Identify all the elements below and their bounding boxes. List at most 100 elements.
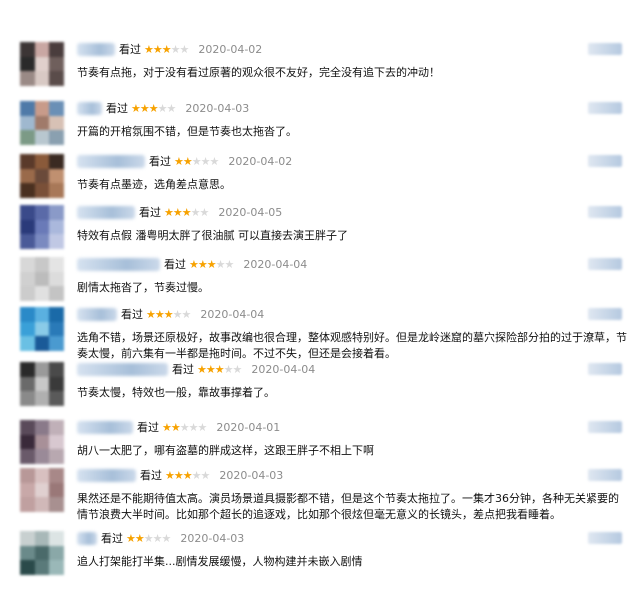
review-text: 节奏有点墨迹，选角差点意思。 — [77, 178, 231, 191]
star-icon: ★ — [161, 531, 172, 545]
star-icon: ★ — [161, 42, 172, 56]
username[interactable] — [77, 420, 133, 434]
avatar[interactable] — [20, 42, 64, 86]
watched-label: 看过 — [119, 43, 141, 56]
star-icon: ★ — [152, 531, 163, 545]
avatar[interactable] — [20, 468, 64, 512]
username[interactable] — [77, 42, 115, 56]
star-icon: ★ — [223, 362, 234, 376]
star-icon: ★ — [173, 468, 184, 482]
review-text: 开篇的开棺氛围不错，但是节奏也太拖沓了。 — [77, 125, 297, 138]
rating-stars: ★★★★★ — [126, 531, 172, 545]
username[interactable] — [77, 362, 168, 376]
review-meta: 看过 ★★★★★ 2020-04-03 — [77, 529, 244, 547]
review-date: 2020-04-04 — [251, 362, 316, 376]
review-date: 2020-04-01 — [216, 420, 281, 434]
vote-count[interactable] — [588, 421, 622, 433]
star-icon: ★ — [181, 205, 192, 219]
vote-count[interactable] — [588, 155, 622, 167]
avatar[interactable] — [20, 257, 64, 301]
star-icon: ★ — [170, 42, 181, 56]
star-icon: ★ — [179, 420, 190, 434]
review-date: 2020-04-03 — [185, 101, 250, 115]
review-text: 剧情太拖沓了，节奏过慢。 — [77, 281, 209, 294]
vote-count[interactable] — [588, 258, 622, 270]
avatar[interactable] — [20, 205, 64, 249]
star-icon: ★ — [143, 531, 154, 545]
review-date: 2020-04-05 — [218, 205, 283, 219]
star-icon: ★ — [215, 257, 226, 271]
review-meta: 看过 ★★★★★ 2020-04-04 — [77, 305, 264, 323]
username[interactable] — [77, 205, 135, 219]
review-date: 2020-04-03 — [180, 531, 245, 545]
star-icon: ★ — [181, 307, 192, 321]
vote-count[interactable] — [588, 102, 622, 114]
rating-stars: ★★★★★ — [165, 468, 210, 482]
rating-stars: ★★★★★ — [144, 42, 190, 56]
star-icon: ★ — [174, 154, 184, 168]
star-icon: ★ — [152, 42, 163, 56]
vote-count[interactable] — [588, 532, 622, 544]
rating-stars: ★★★★★ — [164, 205, 209, 219]
star-icon: ★ — [197, 420, 208, 434]
avatar[interactable] — [20, 101, 64, 145]
vote-count[interactable] — [588, 469, 622, 481]
watched-label: 看过 — [164, 258, 186, 271]
vote-count[interactable] — [588, 363, 622, 375]
review-text: 特效有点假 潘粤明太胖了很油腻 可以直接去演王胖子了 — [77, 229, 348, 242]
star-icon: ★ — [179, 42, 190, 56]
watched-label: 看过 — [149, 155, 171, 168]
review-text: 追人打架能打半集...剧情发展缓慢，人物构建并未嵌入剧情 — [77, 555, 363, 568]
star-icon: ★ — [164, 205, 174, 219]
review-text: 果然还是不能期待值太高。演员场景道具摄影都不错，但是这个节奏太拖拉了。一集才36… — [77, 492, 619, 521]
username[interactable] — [77, 101, 102, 115]
review-date: 2020-04-04 — [200, 307, 265, 321]
star-icon: ★ — [209, 154, 220, 168]
vote-count[interactable] — [588, 43, 622, 55]
star-icon: ★ — [163, 307, 174, 321]
star-icon: ★ — [190, 205, 201, 219]
vote-count[interactable] — [588, 206, 622, 218]
username[interactable] — [77, 468, 136, 482]
star-icon: ★ — [170, 420, 181, 434]
star-icon: ★ — [166, 101, 177, 115]
username[interactable] — [77, 531, 97, 545]
username[interactable] — [77, 257, 160, 271]
star-icon: ★ — [165, 468, 175, 482]
rating-stars: ★★★★★ — [131, 101, 177, 115]
username[interactable] — [77, 154, 145, 168]
review-meta: 看过 ★★★★★ 2020-04-04 — [77, 360, 315, 378]
star-icon: ★ — [191, 154, 202, 168]
watched-label: 看过 — [172, 363, 194, 376]
star-icon: ★ — [154, 307, 165, 321]
star-icon: ★ — [148, 101, 159, 115]
star-icon: ★ — [197, 362, 207, 376]
username[interactable] — [77, 307, 117, 321]
review-text: 节奏有点拖，对于没有看过原著的观众很不友好，完全没有追下去的冲动！ — [77, 66, 440, 79]
rating-stars: ★★★★★ — [162, 420, 208, 434]
vote-count[interactable] — [588, 308, 622, 320]
star-icon: ★ — [232, 362, 243, 376]
star-icon: ★ — [144, 42, 154, 56]
star-icon: ★ — [139, 101, 150, 115]
avatar[interactable] — [20, 307, 64, 351]
star-icon: ★ — [214, 362, 225, 376]
star-icon: ★ — [146, 307, 156, 321]
review-text: 节奏太慢，特效也一般，靠故事撑着了。 — [77, 386, 275, 399]
avatar[interactable] — [20, 420, 64, 464]
star-icon: ★ — [172, 307, 183, 321]
star-icon: ★ — [191, 468, 202, 482]
review-meta: 看过 ★★★★★ 2020-04-03 — [77, 99, 249, 117]
review-meta: 看过 ★★★★★ 2020-04-04 — [77, 255, 307, 273]
rating-stars: ★★★★★ — [146, 307, 192, 321]
avatar[interactable] — [20, 154, 64, 198]
star-icon: ★ — [131, 101, 141, 115]
avatar[interactable] — [20, 362, 64, 406]
watched-label: 看过 — [139, 206, 161, 219]
review-date: 2020-04-03 — [219, 468, 284, 482]
avatar[interactable] — [20, 531, 64, 575]
star-icon: ★ — [182, 154, 193, 168]
rating-stars: ★★★★★ — [174, 154, 220, 168]
star-icon: ★ — [172, 205, 183, 219]
star-icon: ★ — [206, 257, 217, 271]
